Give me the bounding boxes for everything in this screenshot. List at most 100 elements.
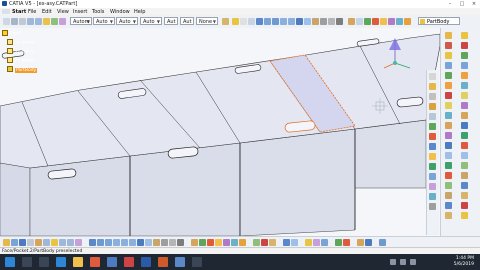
shading-icon[interactable] (320, 18, 327, 25)
power-copy-icon[interactable] (357, 239, 364, 246)
sketcher-icon[interactable] (445, 32, 452, 39)
draft-analysis-icon[interactable] (461, 152, 468, 159)
shading-icon[interactable] (161, 239, 168, 246)
file-explorer-icon[interactable] (73, 257, 83, 267)
multi-view-icon[interactable] (145, 239, 152, 246)
isometric-view-icon[interactable] (312, 18, 319, 25)
save-icon[interactable] (19, 239, 26, 246)
part-geometry[interactable] (0, 28, 440, 236)
thick-surface-icon[interactable] (445, 152, 452, 159)
zoom-in-icon[interactable] (121, 239, 128, 246)
slot-icon[interactable] (429, 133, 436, 140)
edge-browser-icon[interactable] (56, 257, 66, 267)
curvature-analysis-icon[interactable] (461, 162, 468, 169)
chamfer-icon[interactable] (429, 183, 436, 190)
zoom-out-icon[interactable] (288, 18, 295, 25)
catalog-icon[interactable] (388, 18, 395, 25)
manual-update-icon[interactable] (199, 239, 206, 246)
symmetry-icon[interactable] (445, 132, 452, 139)
remove-icon[interactable] (445, 202, 452, 209)
task-view-icon[interactable] (39, 257, 49, 267)
print-icon[interactable] (19, 18, 26, 25)
hide-show-icon[interactable] (328, 18, 335, 25)
cancel-icon[interactable] (343, 239, 350, 246)
zoom-in-icon[interactable] (280, 18, 287, 25)
zoom-out-icon[interactable] (129, 239, 136, 246)
stop-update-icon[interactable] (207, 239, 214, 246)
clock[interactable]: 1:44 PM 5/6/2019 (454, 256, 474, 268)
annotation-icon[interactable] (305, 239, 312, 246)
close-surface-icon[interactable] (445, 162, 452, 169)
stiffener-icon[interactable] (429, 143, 436, 150)
shell-icon[interactable] (429, 203, 436, 210)
fly-mode-icon[interactable] (248, 18, 255, 25)
options-icon[interactable] (379, 239, 386, 246)
scaling-icon[interactable] (445, 102, 452, 109)
apply-material-icon[interactable] (461, 142, 468, 149)
rendering-style-combo[interactable]: Aut (180, 17, 194, 25)
translate-icon[interactable] (445, 112, 452, 119)
pan-icon[interactable] (105, 239, 112, 246)
intersect-icon[interactable] (445, 212, 452, 219)
thread-analysis-icon[interactable] (461, 172, 468, 179)
catalog-icon[interactable] (223, 239, 230, 246)
chrome-icon[interactable] (124, 257, 134, 267)
mail-icon[interactable] (107, 257, 117, 267)
body-icon[interactable] (269, 239, 276, 246)
annotation-icon[interactable] (461, 62, 468, 69)
pointer-icon[interactable] (240, 18, 247, 25)
loft-icon[interactable] (429, 153, 436, 160)
cut-icon[interactable] (35, 239, 42, 246)
user-feature-icon[interactable] (365, 239, 372, 246)
axis-icon[interactable] (445, 72, 452, 79)
normal-view-icon[interactable] (137, 239, 144, 246)
plane-tool-icon[interactable] (445, 42, 452, 49)
new-icon[interactable] (3, 239, 10, 246)
swap-visible-space-icon[interactable] (336, 18, 343, 25)
tree-root[interactable]: Part1 (2, 30, 22, 37)
analysis-icon[interactable] (461, 52, 468, 59)
snapshot-icon[interactable] (321, 239, 328, 246)
measure-item-icon[interactable] (461, 192, 468, 199)
close-button[interactable]: × (468, 0, 480, 8)
dimension-icon[interactable] (461, 42, 468, 49)
fly-mode-icon[interactable] (89, 239, 96, 246)
painter-icon[interactable] (222, 18, 229, 25)
point-symbol-combo[interactable]: Aut (164, 17, 178, 25)
print-icon[interactable] (27, 239, 34, 246)
transparency-icon[interactable] (51, 18, 58, 25)
fit-all-in-icon[interactable] (97, 239, 104, 246)
mirror-icon[interactable] (445, 82, 452, 89)
sketch-analysis-icon[interactable] (461, 212, 468, 219)
start-menu-icon[interactable] (5, 257, 15, 267)
design-table-icon[interactable] (404, 18, 411, 25)
knowledge-icon[interactable] (396, 18, 403, 25)
assemble-icon[interactable] (445, 192, 452, 199)
tree-item-xy-plane[interactable]: xy plane (7, 39, 34, 46)
whats-this-icon[interactable] (75, 239, 82, 246)
point-icon[interactable] (445, 52, 452, 59)
open-icon[interactable] (11, 239, 18, 246)
fit-all-icon[interactable] (256, 18, 263, 25)
undo-icon[interactable] (27, 18, 34, 25)
fillet-icon[interactable] (429, 173, 436, 180)
knowledge-icon[interactable] (231, 239, 238, 246)
rotate-icon[interactable] (113, 239, 120, 246)
groove-icon[interactable] (429, 103, 436, 110)
measure-icon[interactable] (348, 18, 355, 25)
redo-icon[interactable] (35, 18, 42, 25)
apply-material-icon[interactable] (291, 239, 298, 246)
section-icon[interactable] (461, 122, 468, 129)
catia-taskbar-icon[interactable] (175, 257, 185, 267)
hide-show-icon[interactable] (169, 239, 176, 246)
datum-icon[interactable] (461, 92, 468, 99)
line-type-combo[interactable]: Auto ▼ (140, 17, 162, 25)
measure-between-icon[interactable] (461, 182, 468, 189)
powerpoint-icon[interactable] (158, 257, 168, 267)
line-weight-combo[interactable]: Auto ▼ (116, 17, 138, 25)
sketch-icon[interactable] (232, 18, 239, 25)
battery-icon[interactable] (410, 259, 416, 265)
update-all-icon[interactable] (191, 239, 198, 246)
view-icon[interactable] (461, 112, 468, 119)
undo-icon[interactable] (59, 239, 66, 246)
